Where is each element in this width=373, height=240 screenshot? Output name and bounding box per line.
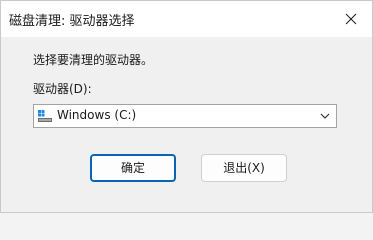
title-bar: 磁盘清理: 驱动器选择 [1, 1, 372, 37]
selected-drive-text: Windows (C:) [57, 108, 137, 122]
exit-button[interactable]: 退出(X) [201, 154, 287, 182]
drive-icon [38, 110, 52, 122]
ok-button[interactable]: 确定 [90, 154, 176, 182]
drive-select[interactable]: Windows (C:) [33, 104, 337, 128]
dialog-content: 选择要清理的驱动器。 驱动器(D): Windows (C:) 确定 退出(X) [1, 37, 372, 212]
instruction-text: 选择要清理的驱动器。 [33, 53, 154, 67]
drive-label: 驱动器(D): [33, 82, 92, 96]
window-title: 磁盘清理: 驱动器选择 [9, 14, 135, 29]
close-button[interactable] [336, 5, 366, 33]
close-icon [345, 13, 357, 25]
disk-cleanup-drive-selection-dialog: 磁盘清理: 驱动器选择 选择要清理的驱动器。 驱动器(D): Windows (… [0, 0, 373, 213]
chevron-down-icon[interactable] [320, 112, 330, 120]
